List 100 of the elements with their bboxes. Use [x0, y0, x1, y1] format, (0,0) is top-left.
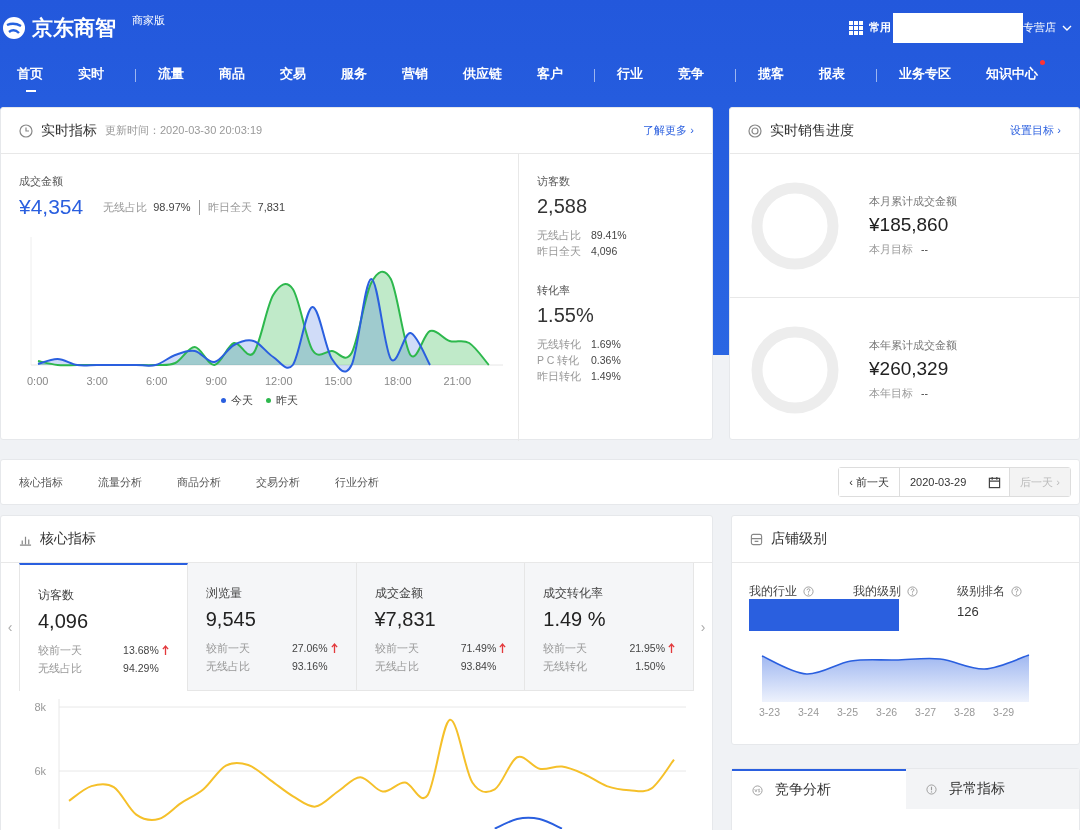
stat-label: 昨日转化 — [537, 369, 582, 384]
nav-tab[interactable]: 行业 — [617, 58, 650, 92]
grid-icon[interactable] — [849, 20, 863, 35]
stat-value: 13.68% — [123, 643, 159, 658]
metric-tile[interactable]: 访客数 4,096 较前一天 13.68% 无线占比 94.29% — [18, 563, 188, 691]
axis-label: 3-27 — [915, 706, 937, 718]
metric-value: 1.49 % — [543, 608, 607, 631]
stat-label: 无线占比 — [205, 659, 250, 674]
set-target-link[interactable]: 设置目标 › — [1010, 123, 1061, 138]
axis-label: 21:00 — [443, 375, 473, 387]
nav-tab[interactable]: 揽客 — [758, 58, 791, 92]
metric-label: 本年累计成交金额 — [869, 338, 957, 353]
nav-tab[interactable]: 营销 — [402, 58, 435, 92]
panel-tab[interactable]: 异常指标 — [905, 769, 1079, 809]
nav-tab[interactable]: 客户 — [537, 58, 570, 92]
legend-label: 昨天 — [276, 393, 298, 408]
metric-value: ¥185,860 — [869, 213, 950, 236]
axis-label: 0:00 — [27, 375, 50, 387]
store-icon — [750, 532, 763, 546]
analysis-tab[interactable]: 核心指标 — [19, 474, 63, 490]
metric-tile[interactable]: 成交转化率 1.49 % 较前一天 21.95% 无线转化 1.50% — [525, 563, 695, 691]
metric-value: ¥4,354 — [19, 195, 84, 219]
axis-label: 9:00 — [205, 375, 228, 387]
target-icon — [748, 123, 762, 138]
nav-tab[interactable]: 知识中心 — [986, 58, 1045, 92]
alert-icon — [925, 783, 937, 795]
nav-tab[interactable]: 商品 — [219, 58, 252, 92]
calendar-icon[interactable] — [988, 475, 1002, 489]
metric-label: 成交转化率 — [543, 585, 605, 602]
stat-label: 无线占比 — [537, 228, 582, 243]
shop-name[interactable]: 专营店 — [1023, 20, 1056, 35]
axis-label: 3-28 — [954, 706, 976, 718]
nav-tab[interactable]: 服务 — [341, 58, 374, 92]
stat-label: 较前一天 — [543, 641, 588, 656]
metric-label: 访客数 — [37, 587, 75, 604]
chevron-down-icon[interactable] — [1062, 24, 1072, 31]
clock-icon — [19, 123, 33, 138]
metric-tile[interactable]: 成交金额 ¥7,831 较前一天 71.49% 无线占比 93.84% — [356, 563, 526, 691]
nav-tab[interactable]: 竞争 — [678, 58, 711, 92]
target-value: -- — [921, 241, 928, 257]
card-title: 实时销售进度 — [770, 121, 854, 140]
stat-value: 71.49% — [460, 641, 497, 656]
analysis-tab[interactable]: 交易分析 — [256, 474, 300, 490]
stat-value: 93.16% — [291, 659, 328, 674]
stat-value: 21.95% — [629, 641, 666, 656]
stat-label: P C 转化 — [537, 353, 581, 368]
stat-label: 无线占比 — [103, 199, 148, 215]
card-title: 核心指标 — [40, 530, 96, 548]
analysis-tab[interactable]: 商品分析 — [177, 474, 221, 490]
axis-label: 3:00 — [86, 375, 109, 387]
nav-tab[interactable]: 供应链 — [463, 58, 509, 92]
stat-value: 98.97% — [153, 201, 191, 213]
axis-label: 3-23 — [759, 706, 780, 718]
stat-value: 7,831 — [257, 201, 286, 213]
shortcut-label[interactable]: 常用 — [869, 20, 891, 35]
stat-value: 1.50% — [635, 659, 666, 674]
metric-value: 9,545 — [205, 608, 257, 631]
stat-value: 89.41% — [591, 228, 627, 243]
stat-value: 126 — [957, 604, 980, 619]
stat-value: 1.69% — [591, 337, 621, 352]
card-title: 实时指标 — [41, 121, 97, 140]
target-value: -- — [921, 385, 928, 401]
stat-label: 较前一天 — [37, 643, 82, 658]
nav-tab[interactable]: 首页 — [17, 58, 50, 92]
metric-tile[interactable]: 浏览量 9,545 较前一天 27.06% 无线占比 93.16% — [187, 563, 357, 691]
stat-label: 无线占比 — [374, 659, 419, 674]
logo-text: 京东商智 — [32, 14, 116, 41]
stat-label: 较前一天 — [205, 641, 250, 656]
stat-value: 94.29% — [123, 661, 159, 676]
stat-label: 我的行业 — [749, 583, 797, 600]
nav-tab[interactable]: 流量 — [158, 58, 191, 92]
nav-tab[interactable]: 业务专区 — [899, 58, 958, 92]
metric-label: 访客数 — [537, 174, 571, 189]
axis-label: 3-25 — [837, 706, 859, 718]
update-time: 更新时间：2020-03-30 20:03:19 — [105, 123, 263, 138]
edition-label: 商家版 — [132, 12, 165, 28]
metric-label: 成交金额 — [19, 174, 64, 189]
learn-more-link[interactable]: 了解更多 › — [643, 123, 694, 138]
card-title: 店铺级别 — [771, 530, 827, 548]
nav-tab[interactable]: 交易 — [280, 58, 313, 92]
analysis-tab[interactable]: 流量分析 — [98, 474, 142, 490]
logo-icon — [2, 15, 26, 40]
metric-value: 4,096 — [37, 610, 90, 633]
axis-label: 3-29 — [993, 706, 1015, 718]
legend-label: 今天 — [231, 393, 253, 408]
metric-label: 成交金额 — [374, 585, 424, 602]
nav-tab[interactable]: 实时 — [78, 58, 111, 92]
stat-label: 昨日全天 — [537, 244, 582, 259]
vs-icon — [752, 784, 763, 796]
target-label: 本年目标 — [869, 385, 913, 401]
stat-label: 我的级别 — [853, 583, 901, 600]
axis-label: 12:00 — [265, 375, 294, 387]
stat-value: 0.36% — [591, 353, 621, 368]
stat-label: 无线转化 — [537, 337, 582, 352]
stat-value: 93.84% — [460, 659, 497, 674]
nav-tab[interactable]: 报表 — [819, 58, 852, 92]
analysis-tab[interactable]: 行业分析 — [335, 474, 379, 490]
axis-label: 6:00 — [146, 375, 169, 387]
axis-label: 3-24 — [798, 706, 820, 718]
metric-value: 1.55% — [537, 304, 595, 327]
